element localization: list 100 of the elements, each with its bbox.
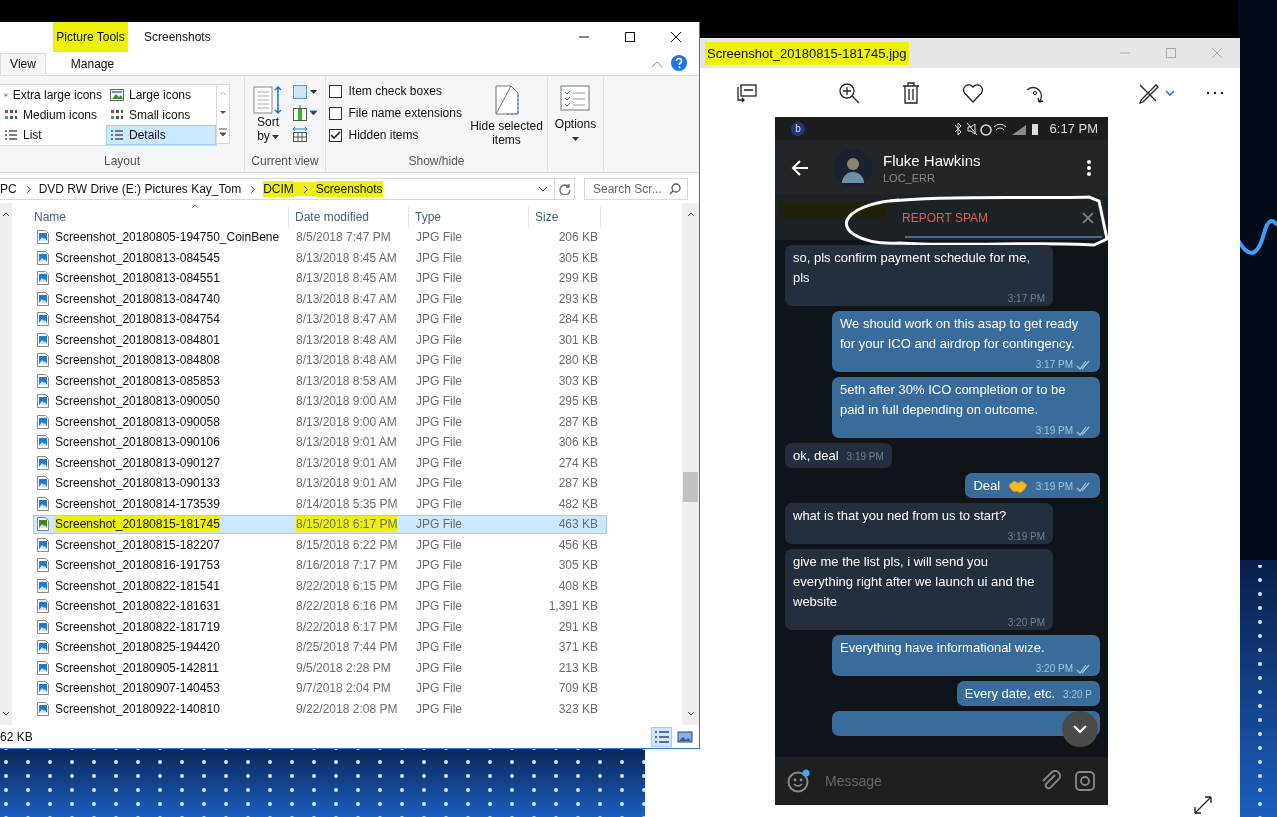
file-row[interactable]: Screenshot_20180822-181719 8/22/2018 6:17 PM JPG File 291 KB bbox=[33, 617, 607, 636]
checkbox-box[interactable] bbox=[328, 84, 342, 98]
file-row[interactable]: Screenshot_20180822-181631 8/22/2018 6:16 PM JPG File 1,391 KB bbox=[33, 597, 607, 616]
breadcrumb[interactable]: PC bbox=[0, 181, 17, 197]
scroll-down-button[interactable] bbox=[1062, 711, 1098, 747]
file-row[interactable]: Screenshot_20180907-140453 9/7/2018 2:04 PM JPG File 709 KB bbox=[33, 679, 607, 698]
help-icon[interactable] bbox=[671, 55, 687, 71]
file-row[interactable]: Screenshot_20180815-181745 8/15/2018 6:17 PM JPG File 463 KB bbox=[33, 515, 607, 534]
camera-icon[interactable] bbox=[1074, 770, 1096, 792]
file-row[interactable]: Screenshot_20180813-090058 8/13/2018 9:00 AM JPG File 287 KB bbox=[33, 412, 607, 431]
breadcrumb[interactable]: Screenshots bbox=[315, 181, 383, 197]
file-row[interactable]: Screenshot_20180813-084808 8/13/2018 8:48 AM JPG File 280 KB bbox=[33, 351, 607, 370]
add-columns-icon[interactable] bbox=[292, 105, 318, 121]
file-size: 287 KB bbox=[557, 414, 599, 429]
file-row[interactable]: Screenshot_20180825-194420 8/25/2018 7:44 PM JPG File 371 KB bbox=[33, 638, 607, 657]
scrollbar[interactable] bbox=[0, 203, 12, 725]
refresh-button[interactable] bbox=[555, 178, 575, 200]
file-row[interactable]: Screenshot_20180822-181541 8/22/2018 6:15 PM JPG File 408 KB bbox=[33, 576, 607, 595]
date-modified: 8/13/2018 9:01 AM bbox=[296, 475, 397, 492]
options-button[interactable]: Options bbox=[553, 84, 598, 143]
file-size: 463 KB bbox=[557, 517, 599, 532]
attach-icon[interactable] bbox=[1040, 770, 1062, 792]
layout-option[interactable]: Medium icons bbox=[0, 105, 106, 125]
file-row[interactable]: Screenshot_20180814-173539 8/14/2018 5:35 PM JPG File 482 KB bbox=[33, 494, 607, 513]
file-row[interactable]: Screenshot_20180813-090133 8/13/2018 9:01 AM JPG File 287 KB bbox=[33, 474, 607, 493]
file-size: 287 KB bbox=[557, 476, 599, 491]
checkbox-label: File name extensions bbox=[348, 106, 462, 120]
layout-option[interactable]: Small icons bbox=[106, 105, 216, 125]
file-row[interactable]: Screenshot_20180813-090106 8/13/2018 9:01 AM JPG File 306 KB bbox=[33, 433, 607, 452]
checkbox-box[interactable] bbox=[328, 128, 342, 142]
file-row[interactable]: Screenshot_20180813-084545 8/13/2018 8:45 AM JPG File 305 KB bbox=[33, 248, 607, 267]
delete-icon[interactable] bbox=[900, 81, 922, 104]
file-row[interactable]: Screenshot_20180813-090050 8/13/2018 9:00 AM JPG File 295 KB bbox=[33, 392, 607, 411]
file-row[interactable]: Screenshot_20180813-084740 8/13/2018 8:47 AM JPG File 293 KB bbox=[33, 289, 607, 308]
file-row[interactable]: Screenshot_20180922-140810 9/22/2018 2:08 PM JPG File 323 KB bbox=[33, 699, 607, 718]
checkbox-box[interactable] bbox=[328, 106, 342, 120]
menu-icon[interactable] bbox=[1086, 158, 1092, 177]
message-text: 5eth after 30% ICO completion or to be paid in full depending on outcome. bbox=[840, 381, 1067, 419]
file-type: JPG File bbox=[415, 517, 463, 532]
file-row[interactable]: Screenshot_20180905-142811 9/5/2018 2:28 PM JPG File 213 KB bbox=[33, 658, 607, 677]
emoji-icon[interactable] bbox=[787, 769, 811, 793]
file-row[interactable]: Screenshot_20180813-084754 8/13/2018 8:47 AM JPG File 284 KB bbox=[33, 310, 607, 329]
layout-option[interactable]: Extra large icons bbox=[0, 85, 106, 105]
group-by-icon[interactable] bbox=[292, 84, 318, 100]
layout-option[interactable]: Details bbox=[106, 125, 216, 145]
scroll-up-icon[interactable] bbox=[686, 211, 695, 217]
collapse-ribbon-icon[interactable] bbox=[651, 60, 663, 68]
file-size: 371 KB bbox=[557, 640, 599, 655]
file-row[interactable]: Screenshot_20180813-084801 8/13/2018 8:48 AM JPG File 301 KB bbox=[33, 330, 607, 349]
file-type: JPG File bbox=[415, 599, 463, 614]
image-file-icon bbox=[37, 578, 49, 593]
layout-option[interactable]: List bbox=[0, 125, 106, 145]
layout-option[interactable]: Large icons bbox=[106, 85, 216, 105]
column-header[interactable]: Type bbox=[409, 206, 529, 228]
file-row[interactable]: Screenshot_20180813-090127 8/13/2018 9:01 AM JPG File 274 KB bbox=[33, 453, 607, 472]
column-header[interactable]: Date modified bbox=[289, 206, 409, 228]
file-row[interactable]: Screenshot_20180813-085853 8/13/2018 8:58 AM JPG File 303 KB bbox=[33, 371, 607, 390]
date-modified: 8/13/2018 8:48 AM bbox=[296, 352, 397, 369]
window-title: Screenshot_20180815-181745.jpg bbox=[705, 41, 909, 65]
file-size: 301 KB bbox=[557, 332, 599, 347]
back-arrow-icon[interactable] bbox=[791, 158, 809, 177]
report-spam-link[interactable]: REPORT SPAM bbox=[902, 210, 989, 225]
hide-selected-items-button[interactable]: Hide selected items bbox=[468, 84, 545, 148]
address-bar[interactable]: PC DVD RW Drive (E:) Pictures Kay_Tom DCIM Screenshots bbox=[0, 178, 555, 200]
close-icon[interactable] bbox=[1082, 211, 1094, 224]
breadcrumb[interactable]: DVD RW Drive (E:) Pictures Kay_Tom bbox=[38, 181, 242, 197]
date-modified: 8/14/2018 5:35 PM bbox=[296, 495, 398, 512]
slideshow-icon[interactable] bbox=[736, 81, 758, 104]
file-type: JPG File bbox=[415, 640, 463, 655]
scroll-down-icon[interactable] bbox=[2, 711, 10, 717]
file-row[interactable]: Screenshot_20180805-194750_CoinBene 8/5/2018 7:47 PM JPG File 206 KB bbox=[33, 228, 607, 247]
chevron-down-icon[interactable] bbox=[538, 186, 548, 192]
ribbon-tab[interactable]: View bbox=[0, 53, 46, 75]
checkbox[interactable]: File name extensions bbox=[328, 106, 467, 120]
file-row[interactable]: Screenshot_20180813-084551 8/13/2018 8:45 AM JPG File 299 KB bbox=[33, 269, 607, 288]
ribbon-tab[interactable]: Manage bbox=[56, 53, 129, 75]
sort-by-button[interactable]: Sort by bbox=[252, 84, 284, 144]
gallery-scroll-icon[interactable] bbox=[217, 84, 230, 144]
scroll-up-icon[interactable] bbox=[2, 211, 10, 217]
image-file-icon bbox=[37, 414, 49, 429]
zoom-in-icon[interactable] bbox=[838, 81, 860, 104]
checkbox[interactable]: Hidden items bbox=[328, 128, 467, 142]
scrollbar[interactable] bbox=[682, 203, 699, 725]
column-header[interactable]: Size bbox=[529, 206, 601, 228]
file-size: 291 KB bbox=[557, 619, 599, 634]
image-file-icon bbox=[37, 681, 49, 696]
heart-icon[interactable] bbox=[962, 81, 984, 104]
expand-icon[interactable] bbox=[1193, 795, 1213, 815]
file-row[interactable]: Screenshot_20180815-182207 8/15/2018 6:22 PM JPG File 456 KB bbox=[33, 535, 607, 554]
scrollbar-thumb[interactable] bbox=[683, 472, 698, 502]
search-field[interactable]: Search Scr... bbox=[584, 178, 688, 200]
file-row[interactable]: Screenshot_20180816-191753 8/16/2018 7:17 PM JPG File 305 KB bbox=[33, 556, 607, 575]
breadcrumb[interactable]: DCIM bbox=[263, 181, 294, 197]
file-size: 284 KB bbox=[557, 312, 599, 327]
scroll-down-icon[interactable] bbox=[686, 711, 695, 717]
view-button[interactable] bbox=[651, 726, 672, 747]
column-header[interactable]: Name bbox=[33, 206, 289, 228]
checkbox[interactable]: Item check boxes bbox=[328, 84, 467, 98]
file-type: JPG File bbox=[415, 578, 463, 593]
date-modified: 8/13/2018 8:48 AM bbox=[296, 331, 397, 348]
